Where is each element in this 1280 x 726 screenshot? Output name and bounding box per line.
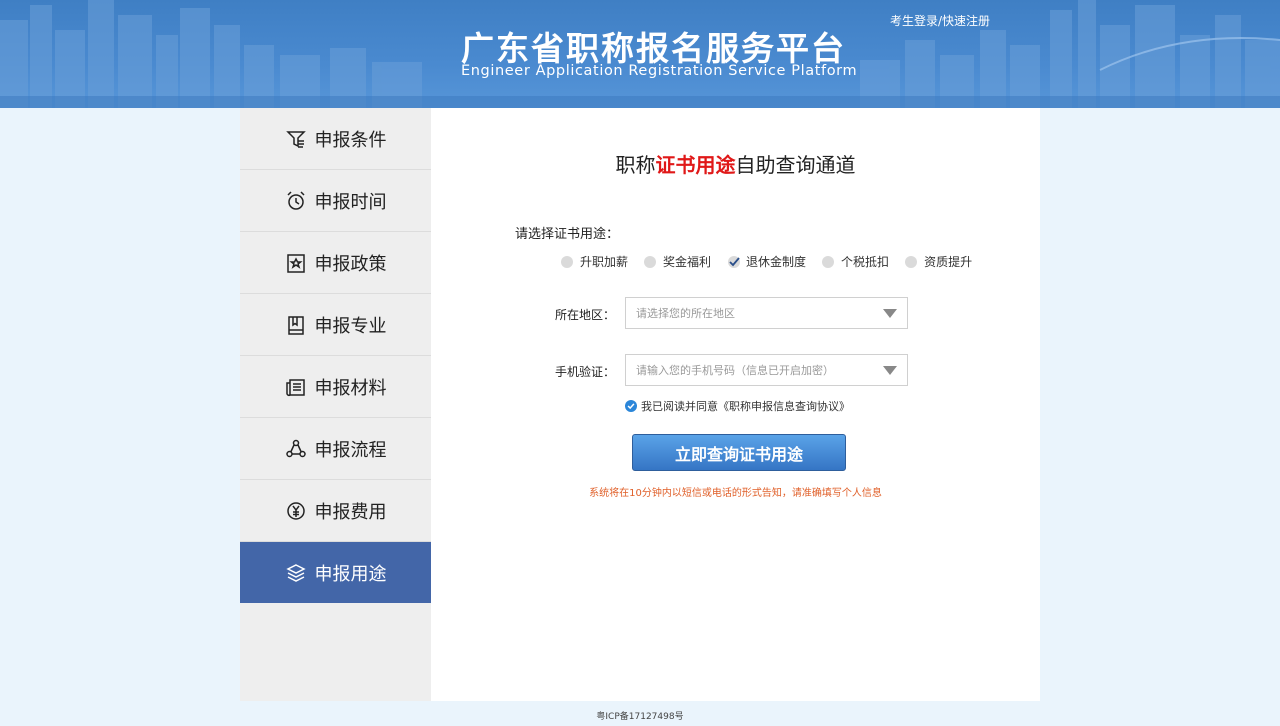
radio-unchecked-icon [905,255,918,268]
sidebar-item-label: 申报用途 [314,563,387,585]
sidebar-item-materials[interactable]: 申报材料 [240,356,431,418]
purpose-option-promotion[interactable]: 升职加薪 [561,253,628,270]
process-cycle-icon [285,438,307,460]
region-select[interactable]: 请选择您的所在地区 [625,297,908,329]
page-title-prefix: 职称 [615,153,656,177]
layers-icon [285,562,307,584]
purpose-option-qualification[interactable]: 资质提升 [905,253,972,270]
purpose-label: 请选择证书用途： [515,227,620,242]
site-subtitle: Engineer Application Registration Servic… [461,63,858,79]
phone-label: 手机验证： [554,365,615,379]
phone-input[interactable]: 请输入您的手机号码（信息已开启加密） [625,354,908,386]
yen-coin-icon [285,500,307,522]
dropdown-triangle-icon [883,308,897,318]
purpose-option-label: 奖金福利 [663,255,712,269]
login-register-link[interactable]: 考生登录/快速注册 [890,12,990,29]
agreement-text: 我已阅读并同意《职称申报信息查询协议》 [641,400,850,413]
sidebar-item-fees[interactable]: 申报费用 [240,480,431,542]
sidebar-item-time[interactable]: 申报时间 [240,170,431,232]
purpose-options: 升职加薪 奖金福利 退休金制度 个税抵扣 资质提升 [561,253,988,270]
filter-list-icon [285,128,307,150]
sidebar-item-process[interactable]: 申报流程 [240,418,431,480]
region-label: 所在地区： [554,308,615,322]
sidebar-item-major[interactable]: 申报专业 [240,294,431,356]
main-content: 职称证书用途自助查询通道 请选择证书用途： 升职加薪 奖金福利 退休金制度 个税… [431,108,1040,701]
alarm-clock-icon [285,190,307,212]
icp-record[interactable]: 粤ICP备17127498号 [0,709,1280,722]
radio-unchecked-icon [644,255,657,268]
checkmark-icon [727,255,741,269]
purpose-option-bonus[interactable]: 奖金福利 [644,253,711,270]
agreement-checkbox[interactable]: 我已阅读并同意《职称申报信息查询协议》 [625,398,850,414]
purpose-option-label: 资质提升 [924,255,973,269]
sidebar-item-label: 申报政策 [314,253,387,275]
page-title-suffix: 自助查询通道 [735,153,856,177]
purpose-option-label: 退休金制度 [746,255,807,269]
dropdown-triangle-icon [883,365,897,375]
purpose-option-pension[interactable]: 退休金制度 [727,253,806,270]
purpose-option-label: 升职加薪 [580,255,629,269]
radio-unchecked-icon [561,255,573,268]
content-panel: 申报条件 申报时间 申报政策 申报专业 申报材料 申报流程 申报费用 申报用途 … [240,108,1040,701]
site-header: 广东省职称报名服务平台 Engineer Application Registr… [0,0,1280,108]
sidebar-item-label: 申报费用 [314,501,387,523]
newspaper-icon [285,376,307,398]
purpose-option-tax[interactable]: 个税抵扣 [822,253,889,270]
sidebar-item-label: 申报条件 [314,129,387,151]
purpose-option-label: 个税抵扣 [841,255,890,269]
sidebar-item-label: 申报时间 [314,191,387,213]
sidebar-item-label: 申报专业 [314,315,387,337]
book-icon [285,314,307,336]
sidebar-item-label: 申报材料 [314,377,387,399]
sidebar-item-policy[interactable]: 申报政策 [240,232,431,294]
notice-text: 系统将在10分钟内以短信或电话的形式告知，请准确填写个人信息 [589,488,882,499]
checked-circle-icon [625,400,637,412]
submit-query-button[interactable]: 立即查询证书用途 [632,434,846,471]
page-title-highlight: 证书用途 [655,153,736,177]
radio-unchecked-icon [822,255,835,268]
page-title: 职称证书用途自助查询通道 [431,149,1040,178]
sidebar-item-label: 申报流程 [314,439,387,461]
sidebar-item-purpose[interactable]: 申报用途 [240,542,431,603]
sidebar: 申报条件 申报时间 申报政策 申报专业 申报材料 申报流程 申报费用 申报用途 [240,108,431,701]
policy-document-icon [285,252,307,274]
phone-placeholder: 请输入您的手机号码（信息已开启加密） [636,364,834,377]
region-placeholder: 请选择您的所在地区 [636,307,735,320]
sidebar-item-conditions[interactable]: 申报条件 [240,108,431,170]
